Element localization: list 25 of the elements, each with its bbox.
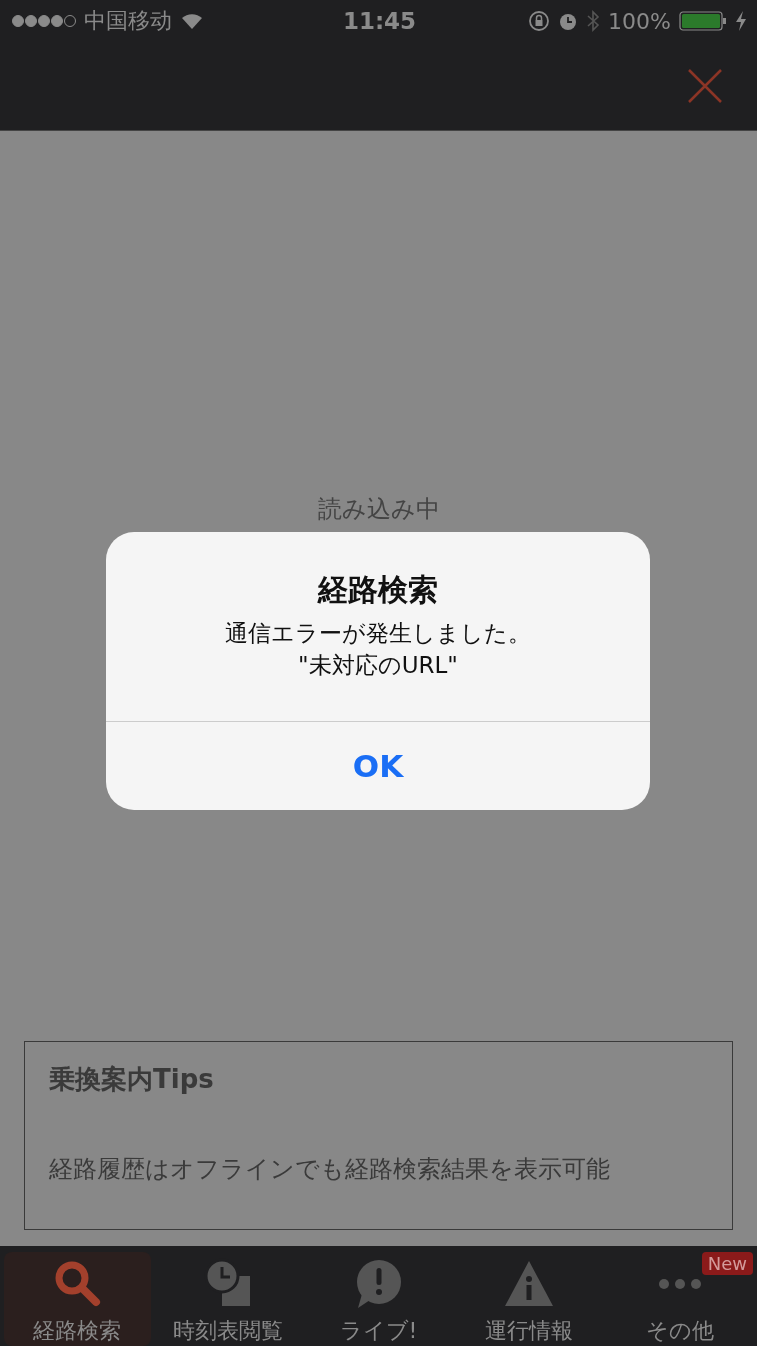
dialog-title: 経路検索 [318,571,438,609]
bluetooth-icon [586,10,601,32]
carrier-name: 中国移动 [84,7,172,35]
signal-icon [12,14,76,28]
new-badge: New [701,1252,753,1275]
tab-bar-item[interactable]: New その他 [606,1252,753,1346]
rotation-lock-icon [528,10,551,32]
alarm-icon [558,11,579,31]
loading-text: 読み込み中 [317,494,440,525]
tab-bar-item[interactable]: 運行情報 [455,1252,603,1346]
dialog-message: "未対応のURL" [298,651,458,680]
battery-percentage: 100% [608,8,671,34]
battery-icon [679,11,727,31]
dialog-message: 通信エラーが発生しました。 [225,619,531,648]
tab-bar-item[interactable]: 時刻表閲覧 [154,1252,302,1346]
tips-text: 経路履歴はオフラインでも経路検索結果を表示可能 [49,1154,611,1185]
tips-title: 乗換案内Tips [49,1063,215,1096]
charging-icon [735,11,747,31]
tab-bar-item[interactable]: 経路検索 [4,1252,151,1346]
wifi-icon [180,12,204,30]
close-icon [687,68,723,104]
ok-button[interactable]: OK [106,722,650,810]
clock-time: 11:45 [342,8,417,34]
more-dots-icon [658,1279,701,1289]
tab-bar-item[interactable]: ライブ! [305,1252,452,1346]
